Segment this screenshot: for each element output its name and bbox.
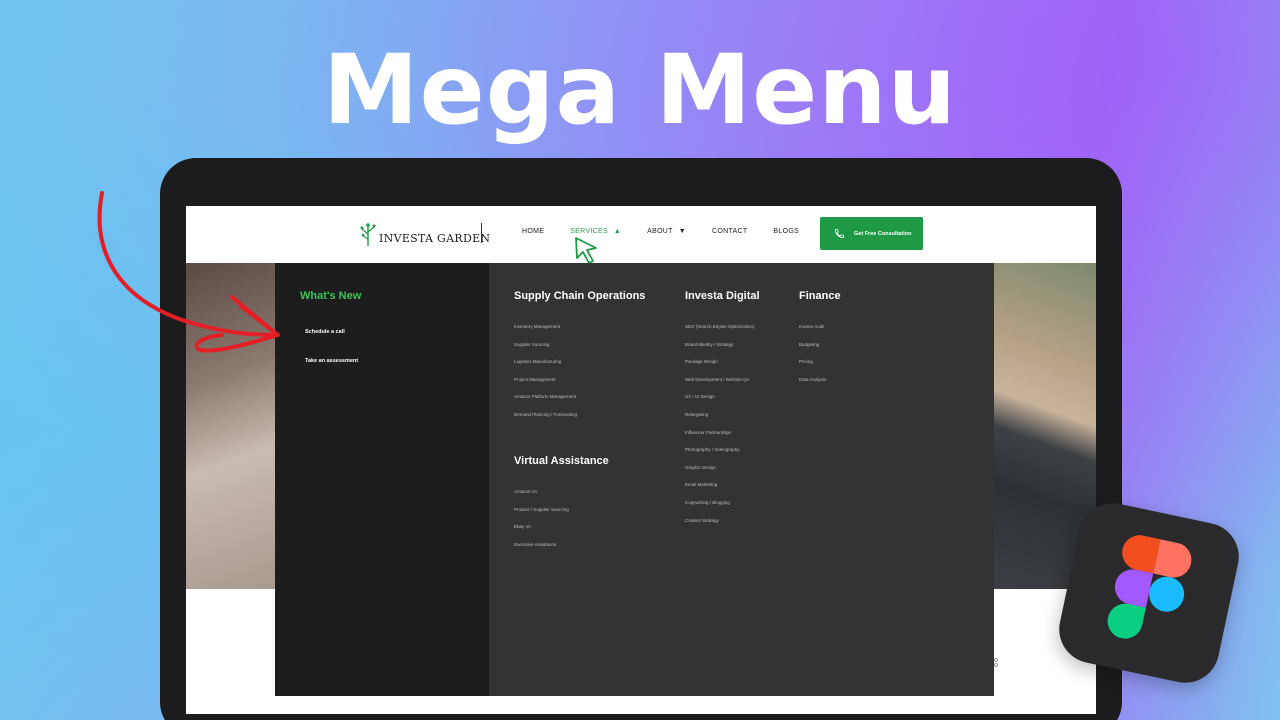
menu-item[interactable]: Amazon Platform Management bbox=[514, 394, 645, 412]
menu-item[interactable]: Inventory Management bbox=[514, 324, 645, 342]
menu-item[interactable]: Executive Assistance bbox=[514, 542, 609, 560]
menu-item[interactable]: Data Analysis bbox=[799, 377, 841, 395]
menu-item[interactable]: Copywriting / Blogging bbox=[685, 500, 760, 518]
cta-label: Get Free Consultation bbox=[854, 230, 912, 237]
menu-item[interactable]: Package Design bbox=[685, 359, 760, 377]
menu-item[interactable]: Web Development / Website QA bbox=[685, 377, 760, 395]
chevron-up-icon: ▲ bbox=[613, 228, 622, 235]
menu-item[interactable]: UX / UI Design bbox=[685, 394, 760, 412]
chevron-down-icon: ▼ bbox=[678, 228, 686, 235]
logo-divider bbox=[481, 223, 482, 243]
column-title[interactable]: Investa Digital bbox=[685, 290, 760, 302]
menu-item[interactable]: Invoice Audit bbox=[799, 324, 841, 342]
nav-services-label: SERVICES bbox=[570, 228, 608, 235]
menu-item[interactable]: Supplier Sourcing bbox=[514, 342, 645, 360]
website-screen: INVESTA GARDEN HOME SERVICES ▲ ABOUT ▼ C… bbox=[186, 206, 1096, 714]
nav-about[interactable]: ABOUT ▼ bbox=[647, 228, 686, 235]
column-investa-digital: Investa Digital SEO (Search Engine Optim… bbox=[685, 290, 760, 535]
nav-contact-label: CONTACT bbox=[711, 228, 748, 235]
column-title[interactable]: Finance bbox=[799, 290, 841, 302]
column-title[interactable]: Virtual Assistance bbox=[514, 455, 609, 467]
menu-item[interactable]: Budgeting bbox=[799, 342, 841, 360]
headline: Mega Menu bbox=[323, 34, 957, 146]
column-finance: Finance Invoice Audit Budgeting Pricing … bbox=[799, 290, 841, 394]
menu-item[interactable]: Influencer Partnerships bbox=[685, 430, 760, 448]
phone-icon bbox=[834, 228, 845, 239]
carousel-dot[interactable] bbox=[994, 663, 998, 667]
menu-item[interactable]: Graphic Design bbox=[685, 465, 760, 483]
menu-item[interactable]: Email Marketing bbox=[685, 482, 760, 500]
carousel-dot[interactable] bbox=[994, 658, 998, 662]
figma-logo-icon bbox=[1107, 535, 1192, 639]
menu-item[interactable]: Logistics Manufacturing bbox=[514, 359, 645, 377]
nav-blogs-label: BLOGS bbox=[773, 228, 800, 235]
figma-badge bbox=[1052, 496, 1246, 690]
whats-new-title: What's New bbox=[300, 290, 362, 302]
menu-item[interactable]: Amazon VA bbox=[514, 489, 609, 507]
cursor-icon bbox=[575, 237, 597, 264]
logo-text: INVESTA GARDEN bbox=[379, 232, 491, 245]
take-assessment-link[interactable]: Take an assessment bbox=[305, 358, 358, 364]
nav-links: HOME SERVICES ▲ ABOUT ▼ CONTACT BLOGS bbox=[522, 228, 825, 235]
brand-logo[interactable]: INVESTA GARDEN bbox=[358, 220, 490, 246]
menu-item[interactable]: Retargeting bbox=[685, 412, 760, 430]
column-supply-chain: Supply Chain Operations Inventory Manage… bbox=[514, 290, 645, 430]
nav-home-label: HOME bbox=[522, 228, 545, 235]
column-virtual-assistance: Virtual Assistance Amazon VA Product / S… bbox=[514, 455, 609, 559]
menu-item[interactable]: Demand Planning / Forecasting bbox=[514, 412, 645, 430]
nav-home[interactable]: HOME bbox=[522, 228, 544, 235]
schedule-call-link[interactable]: Schedule a call bbox=[305, 329, 345, 335]
menu-item[interactable]: Brand Identity / Strategy bbox=[685, 342, 760, 360]
menu-item[interactable]: SEO (Search Engine Optimization) bbox=[685, 324, 760, 342]
nav-services[interactable]: SERVICES ▲ bbox=[570, 228, 621, 235]
menu-item[interactable]: Product / Supplier Sourcing bbox=[514, 507, 609, 525]
nav-contact[interactable]: CONTACT bbox=[712, 228, 747, 235]
carousel-dots[interactable] bbox=[994, 658, 1000, 668]
top-navigation: INVESTA GARDEN HOME SERVICES ▲ ABOUT ▼ C… bbox=[186, 206, 1096, 264]
get-free-consultation-button[interactable]: Get Free Consultation bbox=[820, 217, 923, 250]
menu-item[interactable]: Project Management bbox=[514, 377, 645, 395]
red-arrow bbox=[97, 191, 280, 353]
nav-about-label: ABOUT bbox=[647, 228, 673, 235]
mega-menu-services-panel: Supply Chain Operations Inventory Manage… bbox=[489, 263, 994, 696]
menu-item[interactable]: Pricing bbox=[799, 359, 841, 377]
mega-menu-whats-new-panel: What's New Schedule a call Take an asses… bbox=[275, 263, 489, 696]
nav-blogs[interactable]: BLOGS bbox=[773, 228, 799, 235]
menu-item[interactable]: Photography / Videography bbox=[685, 447, 760, 465]
column-title[interactable]: Supply Chain Operations bbox=[514, 290, 645, 302]
menu-item[interactable]: Content Strategy bbox=[685, 518, 760, 536]
menu-item[interactable]: Ebay VA bbox=[514, 524, 609, 542]
tree-logo-icon bbox=[360, 223, 376, 246]
